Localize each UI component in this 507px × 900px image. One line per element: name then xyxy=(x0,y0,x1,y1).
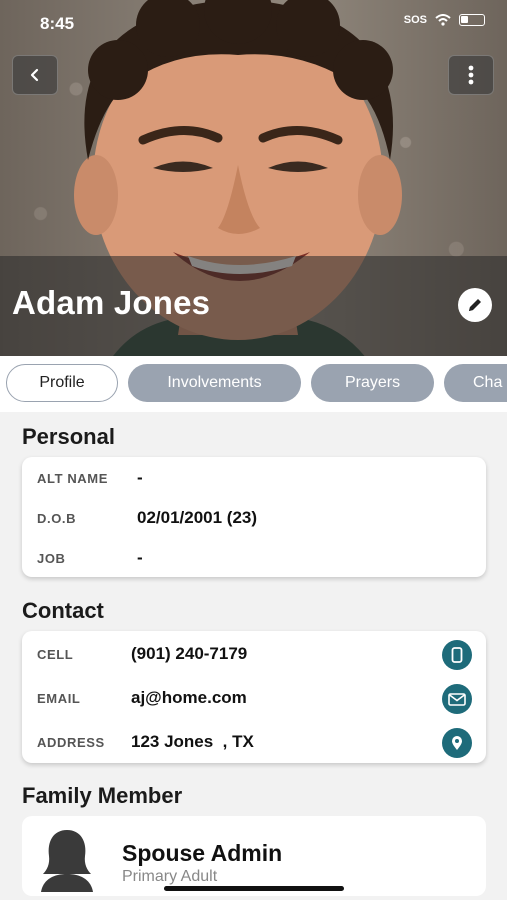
back-button[interactable] xyxy=(12,55,58,95)
alt-name-row: ALT NAME - xyxy=(22,463,486,493)
more-vertical-icon xyxy=(468,65,474,85)
status-time: 8:45 xyxy=(40,14,75,33)
contact-section-title: Contact xyxy=(22,598,104,623)
status-indicators: SOS xyxy=(404,14,485,26)
cell-row: CELL (901) 240-7179 xyxy=(22,639,486,670)
dob-label: D.O.B xyxy=(37,511,77,526)
alt-name-value: - xyxy=(137,468,143,487)
mail-icon[interactable] xyxy=(442,684,472,714)
alt-name-label: ALT NAME xyxy=(37,471,108,486)
profile-name: Adam Jones xyxy=(12,284,211,321)
email-label: EMAIL xyxy=(37,691,81,706)
edit-profile-button[interactable] xyxy=(458,288,492,322)
personal-section-title: Personal xyxy=(22,424,115,449)
job-label: JOB xyxy=(37,551,66,566)
dob-value: 02/01/2001 (23) xyxy=(137,508,258,527)
address-value[interactable]: 123 Jones , TX xyxy=(131,732,254,752)
family-member-card[interactable]: Spouse Admin Primary Adult xyxy=(22,816,486,896)
tab-prayers[interactable]: Prayers xyxy=(311,364,434,402)
status-bar: 8:45 SOS xyxy=(0,0,507,46)
profile-tabs: Profile Involvements Prayers Cha xyxy=(0,356,507,412)
chevron-left-icon xyxy=(30,68,39,82)
contact-card: CELL (901) 240-7179 EMAIL aj@home.com AD… xyxy=(22,631,486,763)
home-indicator xyxy=(164,886,344,891)
pencil-icon xyxy=(469,299,481,311)
email-row: EMAIL aj@home.com xyxy=(22,683,486,714)
tab-partial[interactable]: Cha xyxy=(444,364,507,402)
avatar-silhouette-icon xyxy=(41,830,93,892)
cell-value[interactable]: (901) 240-7179 xyxy=(131,644,247,664)
tab-profile[interactable]: Profile xyxy=(6,364,118,402)
job-row: JOB - xyxy=(22,543,486,573)
email-value[interactable]: aj@home.com xyxy=(131,688,247,708)
battery-icon xyxy=(459,14,485,26)
job-value: - xyxy=(137,548,143,567)
phone-icon[interactable] xyxy=(442,640,472,670)
cell-label: CELL xyxy=(37,647,74,662)
carrier-text: SOS xyxy=(403,14,427,26)
address-row: ADDRESS 123 Jones , TX xyxy=(22,727,486,758)
family-member-name: Spouse Admin xyxy=(122,840,283,866)
wifi-icon xyxy=(435,14,451,26)
family-member-role: Primary Adult xyxy=(122,868,218,885)
family-section-title: Family Member xyxy=(22,783,183,808)
location-pin-icon[interactable] xyxy=(442,728,472,758)
personal-card: ALT NAME - D.O.B 02/01/2001 (23) JOB - xyxy=(22,457,486,577)
more-options-button[interactable] xyxy=(448,55,494,95)
dob-row: D.O.B 02/01/2001 (23) xyxy=(22,503,486,533)
address-label: ADDRESS xyxy=(37,735,105,750)
tab-involvements[interactable]: Involvements xyxy=(128,364,301,402)
